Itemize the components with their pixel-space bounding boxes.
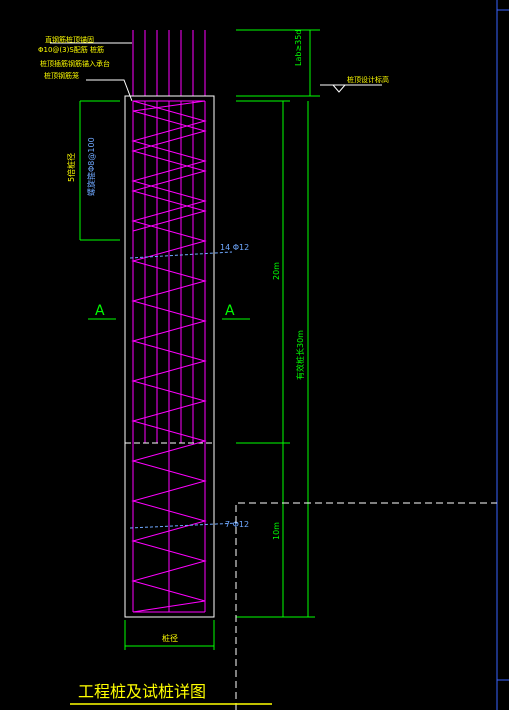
note-line-2: Φ10@(3)S配筋 桩筋	[38, 45, 104, 54]
pile-diameter-label: 桩径	[162, 633, 178, 643]
main-bars-upper	[132, 101, 206, 443]
elevation-mark	[320, 84, 382, 93]
top-note: 直钢筋桩顶锚固 Φ10@(3)S配筋 桩筋 桩顶插筋钢筋锚入承台 桩顶钢筋笼	[38, 35, 110, 80]
anchorage-length-label: Lab≥35d	[294, 30, 303, 66]
stirrup-zone-dimension	[79, 100, 120, 241]
note-line-1: 直钢筋桩顶锚固	[45, 35, 94, 44]
drawing-title: 工程桩及试桩详图	[78, 682, 206, 701]
section-mark-right: A	[225, 303, 235, 319]
drawing-frame-border	[496, 0, 509, 710]
design-elevation-label: 桩顶设计标高	[347, 75, 389, 84]
rebar-label-lower: 7 Φ12	[225, 520, 249, 529]
length-upper-label: 20m	[272, 262, 281, 280]
pile-detail-drawing: 直钢筋桩顶锚固 Φ10@(3)S配筋 桩筋 桩顶插筋钢筋锚入承台 桩顶钢筋笼 L…	[38, 0, 509, 710]
main-bars-lower	[132, 443, 206, 612]
note-line-3: 桩顶插筋钢筋锚入承台	[40, 59, 110, 68]
rebar-label-upper: 14 Φ12	[220, 243, 249, 252]
section-mark-left: A	[95, 303, 105, 319]
length-total-label: 有效桩长30m	[295, 330, 305, 380]
length-lower-label: 10m	[272, 522, 281, 540]
stirrup-zone-label: 5倍桩径	[66, 153, 76, 182]
note-line-4: 桩顶钢筋笼	[44, 71, 79, 80]
stirrup-spec-label: 螺旋箍Φ8@100	[86, 137, 96, 196]
anchorage-dimension	[236, 29, 320, 97]
anchorage-bars	[132, 30, 206, 96]
